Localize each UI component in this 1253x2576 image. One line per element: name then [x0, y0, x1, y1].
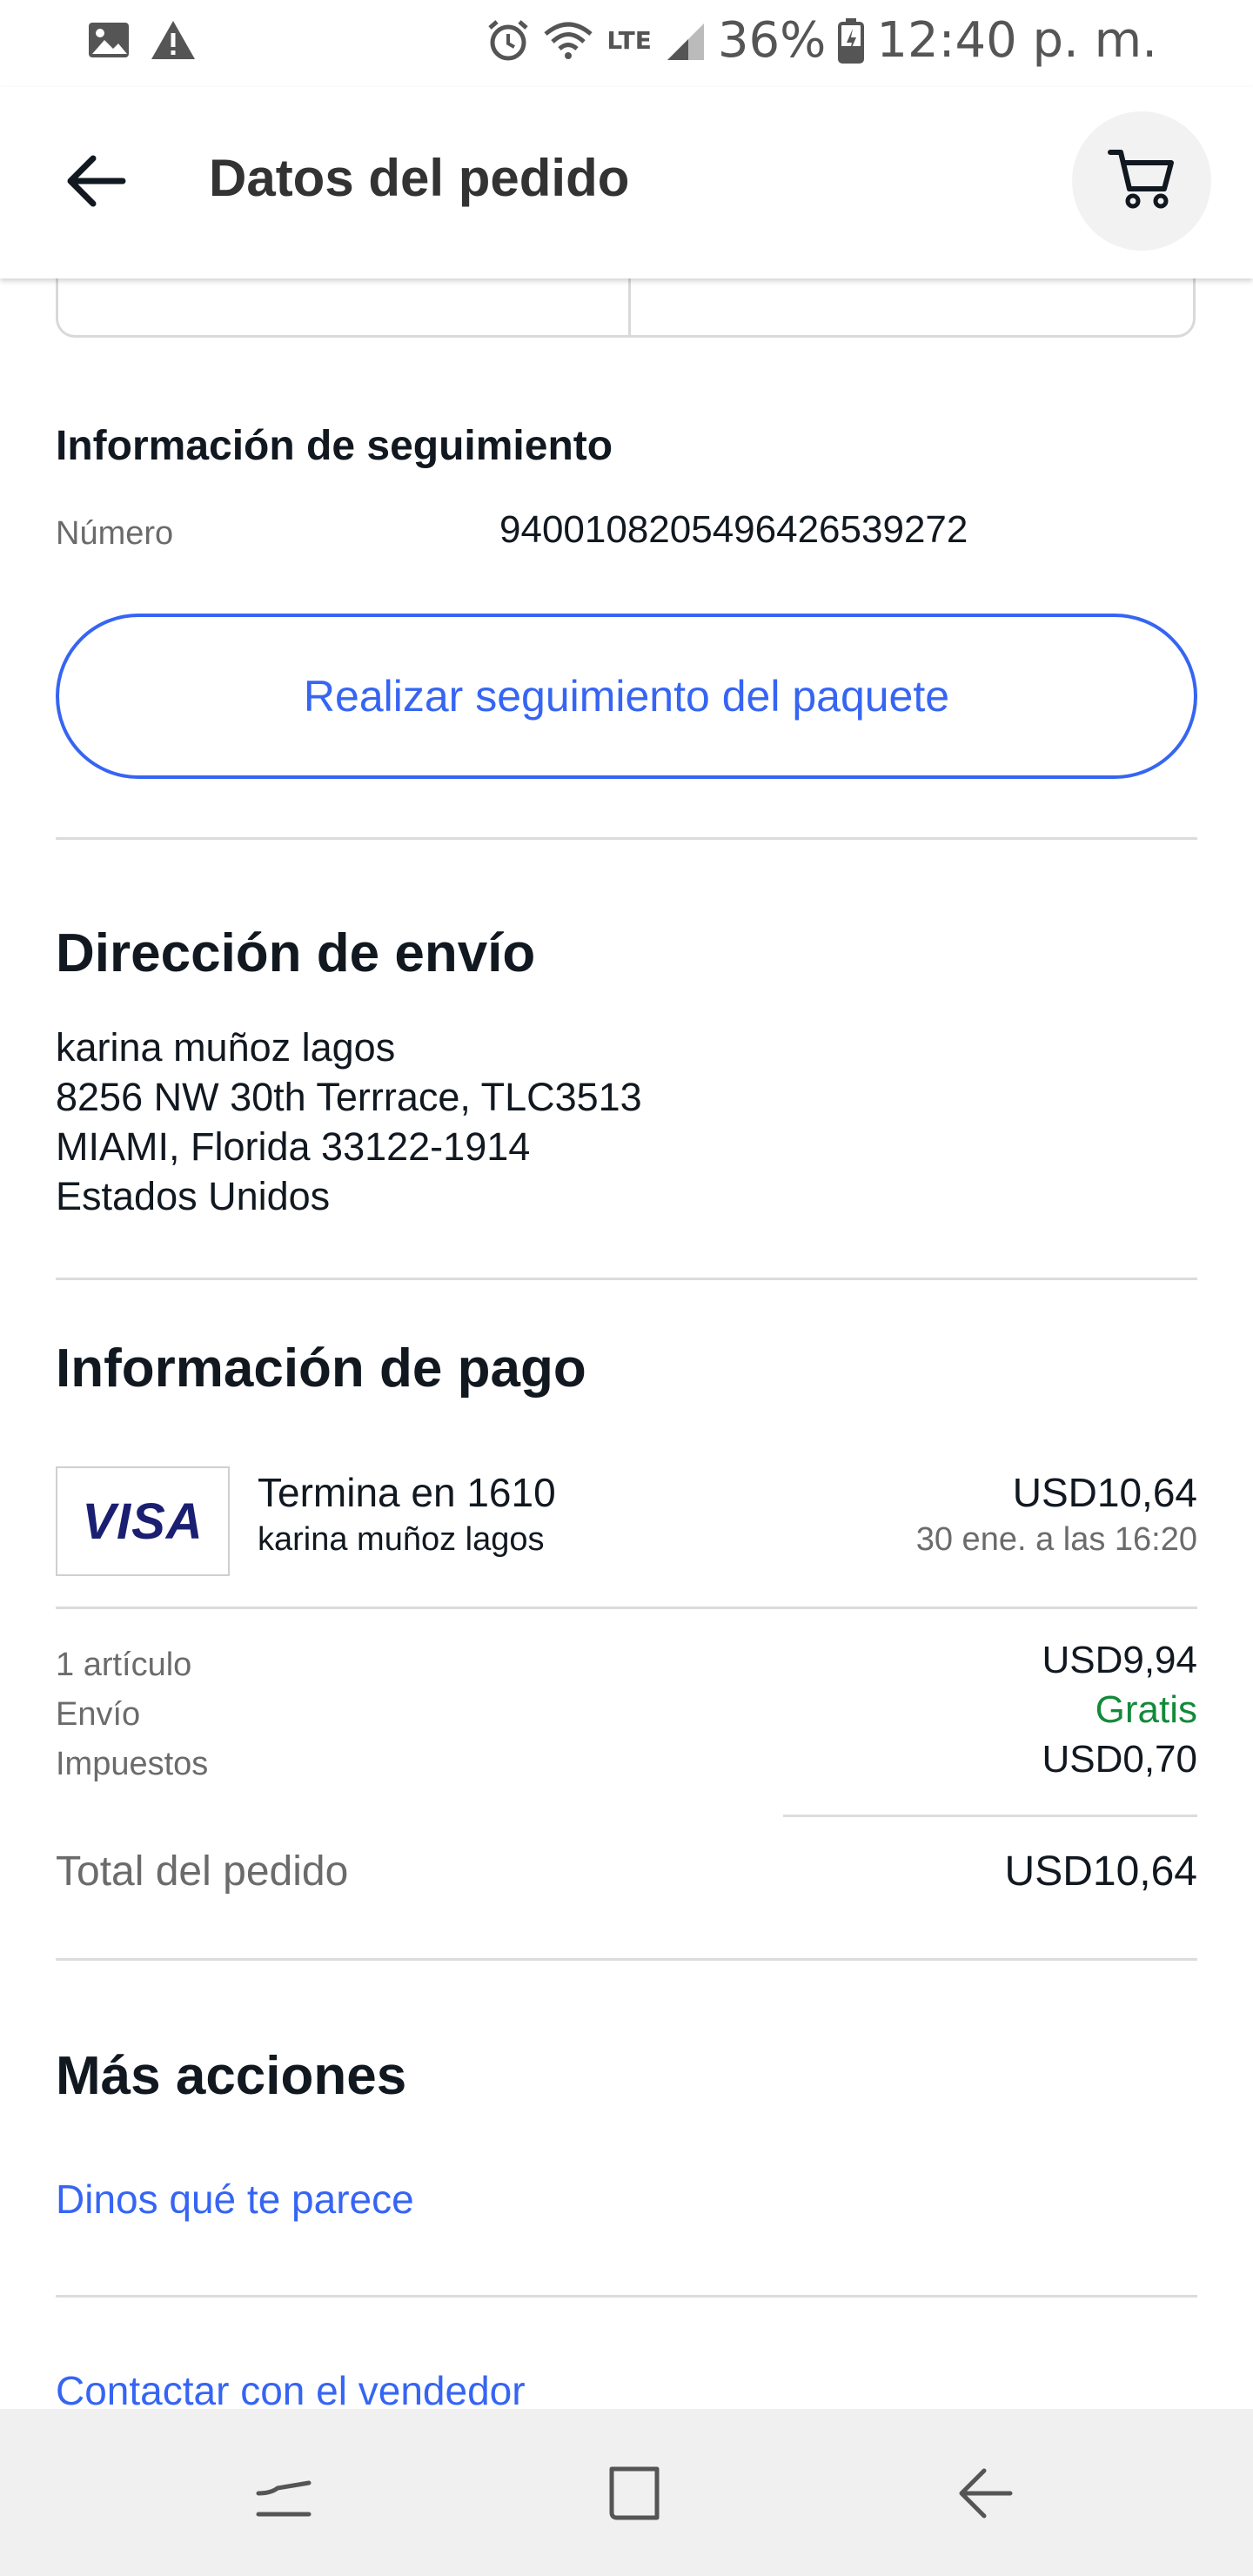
taxes-value: USD0,70: [1042, 1738, 1197, 1781]
payment-amount: USD10,64: [1012, 1470, 1197, 1515]
item-subtotal: USD9,94: [1042, 1639, 1197, 1681]
order-total-value: USD10,64: [1004, 1848, 1197, 1895]
order-total-label: Total del pedido: [56, 1848, 349, 1895]
feedback-link[interactable]: Dinos qué te parece: [56, 2176, 414, 2223]
status-bar: LTE 36% 12:40 p. m.: [0, 0, 1253, 87]
contact-seller-link[interactable]: Contactar con el vendedor: [56, 2367, 526, 2414]
divider: [56, 2295, 1197, 2298]
app-bar: Datos del pedido: [0, 87, 1253, 278]
shipping-heading: Dirección de envío: [56, 923, 536, 983]
system-back-button[interactable]: [941, 2452, 1029, 2539]
shipping-cost-value: Gratis: [1095, 1688, 1197, 1731]
home-icon: [603, 2464, 664, 2529]
system-nav-bar: [0, 2409, 1253, 2576]
item-count-label: 1 artículo: [56, 1647, 192, 1683]
card-ending: Termina en 1610: [258, 1470, 556, 1515]
address-city: MIAMI, Florida 33122-1914: [56, 1124, 531, 1169]
cart-button[interactable]: [1072, 111, 1211, 251]
image-icon: [87, 21, 131, 59]
back-button[interactable]: [52, 139, 139, 226]
visa-card-logo: VISA: [56, 1466, 230, 1576]
card-divider: [628, 278, 631, 338]
home-button[interactable]: [590, 2452, 677, 2539]
address-country: Estados Unidos: [56, 1174, 331, 1218]
card-holder: karina muñoz lagos: [258, 1521, 545, 1558]
tracking-number-value: 9400108205496426539272: [499, 508, 968, 551]
page-title: Datos del pedido: [209, 149, 630, 207]
wifi-icon: [542, 20, 594, 62]
address-street: 8256 NW 30th Terrrace, TLC3513: [56, 1075, 642, 1119]
warning-icon: [150, 19, 197, 61]
alarm-icon: [486, 19, 530, 63]
payment-heading: Información de pago: [56, 1338, 586, 1399]
taxes-label: Impuestos: [56, 1746, 209, 1782]
subtotal-divider: [783, 1815, 1197, 1817]
recent-apps-button[interactable]: [240, 2452, 327, 2539]
track-package-button[interactable]: Realizar seguimiento del paquete: [56, 614, 1197, 779]
tracking-number-label: Número: [56, 515, 174, 552]
shipping-cost-label: Envío: [56, 1696, 141, 1733]
more-actions-heading: Más acciones: [56, 2046, 407, 2106]
clock: 12:40 p. m.: [876, 12, 1157, 69]
order-summary-card-bottom: [56, 278, 1196, 338]
battery-percent: 36%: [717, 12, 827, 69]
network-label: LTE: [606, 26, 652, 55]
back-arrow-icon: [65, 155, 126, 211]
divider: [56, 1958, 1197, 1961]
tracking-heading: Información de seguimiento: [56, 423, 613, 469]
payment-date: 30 ene. a las 16:20: [915, 1521, 1197, 1558]
signal-icon: [664, 20, 706, 62]
battery-icon: [838, 17, 865, 64]
cart-icon: [1107, 147, 1176, 216]
divider: [56, 1607, 1197, 1609]
back-icon: [955, 2464, 1015, 2529]
divider: [56, 1278, 1197, 1280]
address-name: karina muñoz lagos: [56, 1025, 396, 1070]
recent-apps-icon: [253, 2464, 314, 2529]
divider: [56, 837, 1197, 840]
